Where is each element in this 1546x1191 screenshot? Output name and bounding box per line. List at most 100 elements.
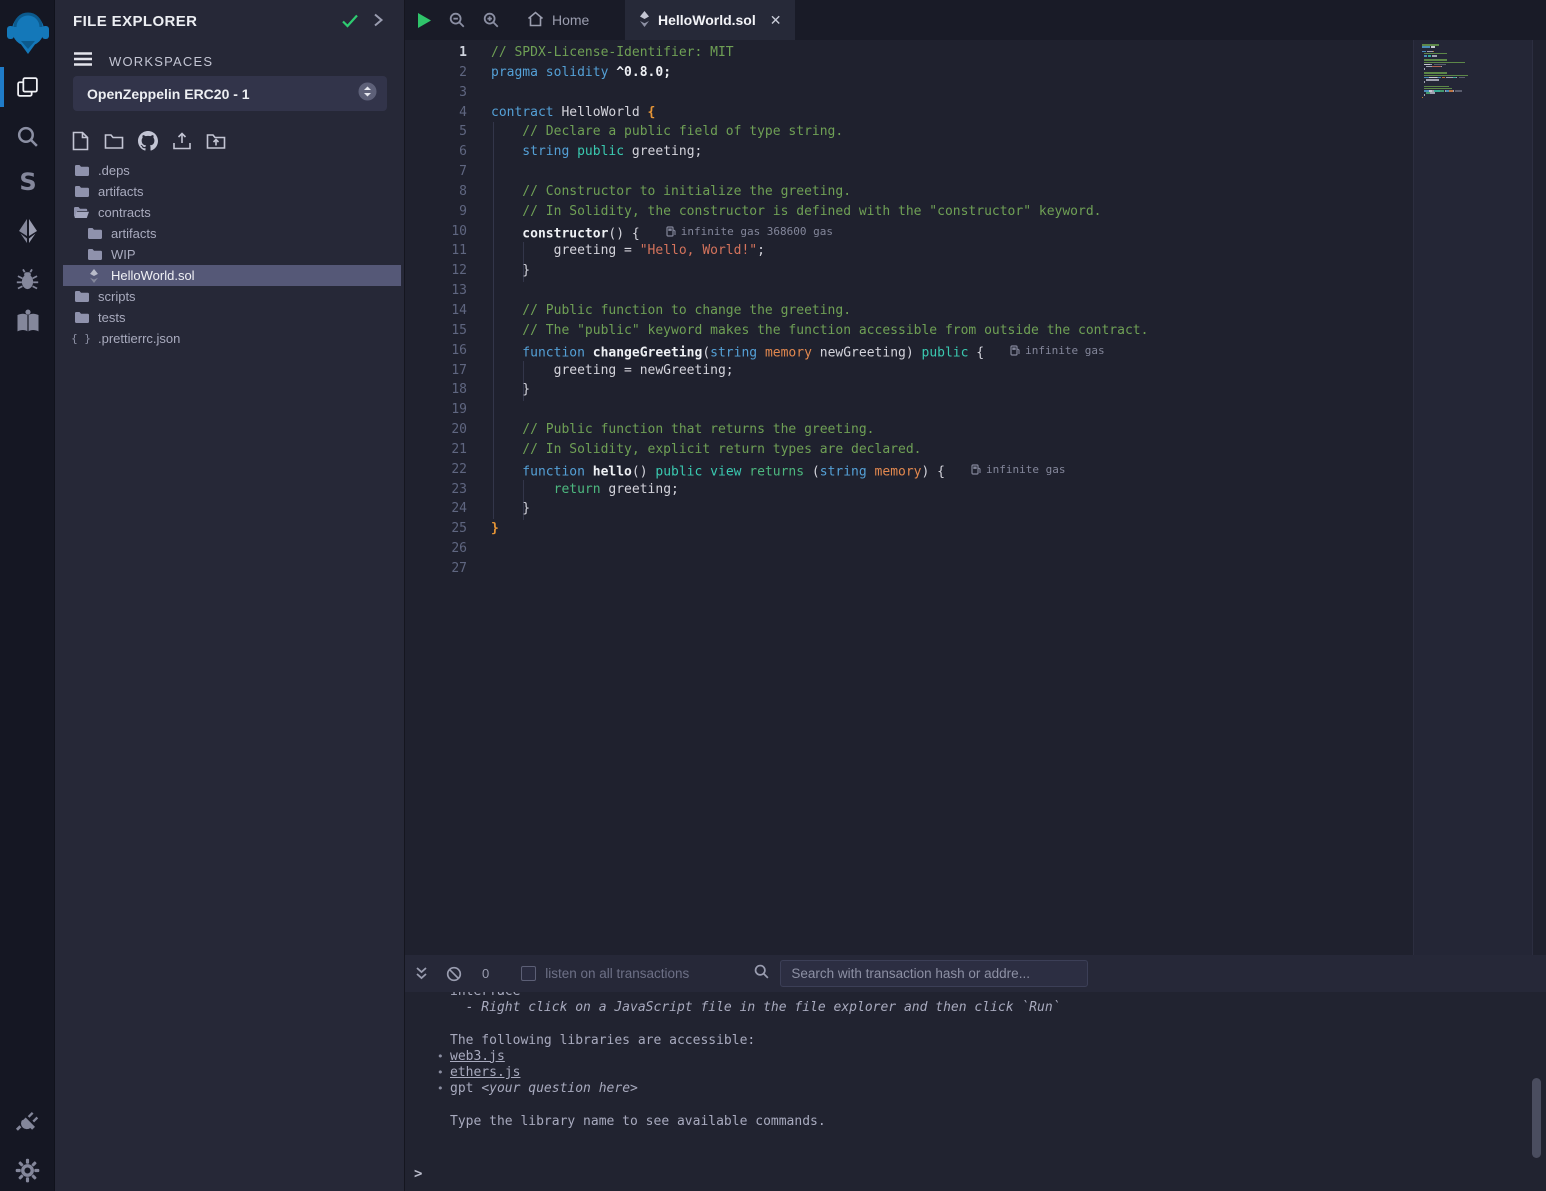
line-number: 6 xyxy=(405,142,467,162)
code-line[interactable]: 4contract HelloWorld { xyxy=(405,103,1413,123)
code-line[interactable]: 27 xyxy=(405,559,1413,579)
solidity-icon xyxy=(639,11,650,30)
line-content: contract HelloWorld { xyxy=(467,103,655,123)
line-number: 24 xyxy=(405,499,467,519)
code-lines[interactable]: 1// SPDX-License-Identifier: MIT2pragma … xyxy=(405,40,1413,579)
tree-item-wip[interactable]: WIP xyxy=(55,244,405,265)
tree-item-contracts[interactable]: contracts xyxy=(55,202,405,223)
hamburger-menu-icon[interactable] xyxy=(73,51,93,72)
code-line[interactable]: 11 greeting = "Hello, World!"; xyxy=(405,241,1413,261)
code-line[interactable]: 26 xyxy=(405,539,1413,559)
code-line[interactable]: 18 } xyxy=(405,380,1413,400)
code-editor[interactable]: 1// SPDX-License-Identifier: MIT2pragma … xyxy=(405,40,1546,955)
zoom-out-icon[interactable] xyxy=(448,11,466,29)
code-line[interactable]: 15 // The "public" keyword makes the fun… xyxy=(405,321,1413,341)
plugin-manager-icon[interactable] xyxy=(0,1105,55,1137)
workspace-dropdown[interactable]: OpenZeppelin ERC20 - 1 xyxy=(73,76,387,111)
line-content: // In Solidity, the constructor is defin… xyxy=(467,202,1101,222)
line-content: } xyxy=(467,261,530,281)
remix-logo-icon xyxy=(6,10,50,56)
code-line[interactable]: 3 xyxy=(405,83,1413,103)
tree-item-scripts[interactable]: scripts xyxy=(55,286,405,307)
code-line[interactable]: 23 return greeting; xyxy=(405,480,1413,500)
gas-estimate-badge[interactable]: infinite gas xyxy=(971,460,1065,480)
solidity-compiler-icon[interactable]: S xyxy=(0,167,55,197)
listen-all-transactions-checkbox[interactable] xyxy=(521,966,536,981)
terminal-line: interface xyxy=(450,992,1525,1000)
tree-item--prettierrc-json[interactable]: { }.prettierrc.json xyxy=(55,328,405,349)
new-folder-icon[interactable] xyxy=(101,128,127,154)
gas-estimate-label: infinite gas xyxy=(986,460,1065,480)
workspaces-row: WORKSPACES xyxy=(73,50,213,72)
tree-item-tests[interactable]: tests xyxy=(55,307,405,328)
terminal-prompt[interactable]: > xyxy=(414,1166,422,1182)
code-line[interactable]: 16 function changeGreeting(string memory… xyxy=(405,341,1413,361)
code-line[interactable]: 19 xyxy=(405,400,1413,420)
deploy-run-icon[interactable] xyxy=(0,216,55,246)
line-content: string public greeting; xyxy=(467,142,702,162)
learneth-icon[interactable] xyxy=(0,306,55,338)
line-number: 9 xyxy=(405,202,467,222)
code-line[interactable]: 20 // Public function that returns the g… xyxy=(405,420,1413,440)
folder-icon xyxy=(73,290,89,303)
code-line[interactable]: 9 // In Solidity, the constructor is def… xyxy=(405,202,1413,222)
upload-file-icon[interactable] xyxy=(169,128,195,154)
gas-estimate-badge[interactable]: infinite gas xyxy=(1010,341,1104,361)
code-line[interactable]: 2pragma solidity ^0.8.0; xyxy=(405,63,1413,83)
folder-icon xyxy=(86,248,102,261)
tree-item-label: scripts xyxy=(98,289,136,304)
code-line[interactable]: 1// SPDX-License-Identifier: MIT xyxy=(405,43,1413,63)
code-line[interactable]: 21 // In Solidity, explicit return types… xyxy=(405,440,1413,460)
chevron-right-icon[interactable] xyxy=(371,12,385,31)
code-line[interactable]: 12 } xyxy=(405,261,1413,281)
tab-helloworld-sol[interactable]: HelloWorld.sol ✕ xyxy=(625,0,795,40)
tree-item-artifacts[interactable]: artifacts xyxy=(55,181,405,202)
close-tab-icon[interactable]: ✕ xyxy=(770,12,782,29)
library-link[interactable]: web3.js xyxy=(450,1049,505,1064)
new-file-icon[interactable] xyxy=(67,128,93,154)
tree-item--deps[interactable]: .deps xyxy=(55,160,405,181)
line-content xyxy=(467,162,491,182)
code-line[interactable]: 6 string public greeting; xyxy=(405,142,1413,162)
zoom-in-icon[interactable] xyxy=(482,11,500,29)
block-transactions-icon[interactable] xyxy=(446,966,462,982)
minimap[interactable] xyxy=(1422,44,1526,103)
code-line[interactable]: 8 // Constructor to initialize the greet… xyxy=(405,182,1413,202)
code-line[interactable]: 17 greeting = newGreeting; xyxy=(405,361,1413,381)
line-number: 18 xyxy=(405,380,467,400)
line-number: 23 xyxy=(405,480,467,500)
code-line[interactable]: 24 } xyxy=(405,499,1413,519)
code-line[interactable]: 5 // Declare a public field of type stri… xyxy=(405,122,1413,142)
line-number: 12 xyxy=(405,261,467,281)
tab-home[interactable]: Home xyxy=(513,0,603,40)
tab-label: Home xyxy=(552,12,589,28)
code-line[interactable]: 14 // Public function to change the gree… xyxy=(405,301,1413,321)
code-line[interactable]: 7 xyxy=(405,162,1413,182)
library-link[interactable]: ethers.js xyxy=(450,1065,520,1080)
upload-folder-icon[interactable] xyxy=(203,128,229,154)
search-icon[interactable] xyxy=(0,122,55,150)
line-number: 4 xyxy=(405,103,467,123)
collapse-double-chevron-icon[interactable] xyxy=(414,966,429,981)
terminal-output[interactable]: interface - Right click on a JavaScript … xyxy=(405,992,1525,1156)
tree-item-helloworld-sol[interactable]: HelloWorld.sol xyxy=(63,265,401,286)
tree-item-artifacts[interactable]: artifacts xyxy=(55,223,405,244)
file-explorer-icon[interactable] xyxy=(0,72,55,102)
code-line[interactable]: 22 function hello() public view returns … xyxy=(405,460,1413,480)
debugger-icon[interactable] xyxy=(0,264,55,294)
editor-scrollbar-track[interactable] xyxy=(1535,40,1546,955)
github-icon[interactable] xyxy=(135,128,161,154)
gas-estimate-badge[interactable]: infinite gas 368600 gas xyxy=(666,222,833,242)
line-number: 26 xyxy=(405,539,467,559)
run-script-icon[interactable] xyxy=(417,12,432,29)
code-line[interactable]: 25} xyxy=(405,519,1413,539)
svg-text:S: S xyxy=(19,168,36,196)
remix-logo-icon[interactable] xyxy=(0,8,55,58)
terminal-line: - Right click on a JavaScript file in th… xyxy=(450,1000,1525,1016)
code-line[interactable]: 10 constructor() {infinite gas 368600 ga… xyxy=(405,222,1413,242)
terminal-scrollbar-thumb[interactable] xyxy=(1532,1078,1541,1158)
code-line[interactable]: 13 xyxy=(405,281,1413,301)
transaction-search-input[interactable] xyxy=(780,960,1088,987)
settings-gear-icon[interactable] xyxy=(0,1154,55,1186)
line-content: } xyxy=(467,519,499,539)
